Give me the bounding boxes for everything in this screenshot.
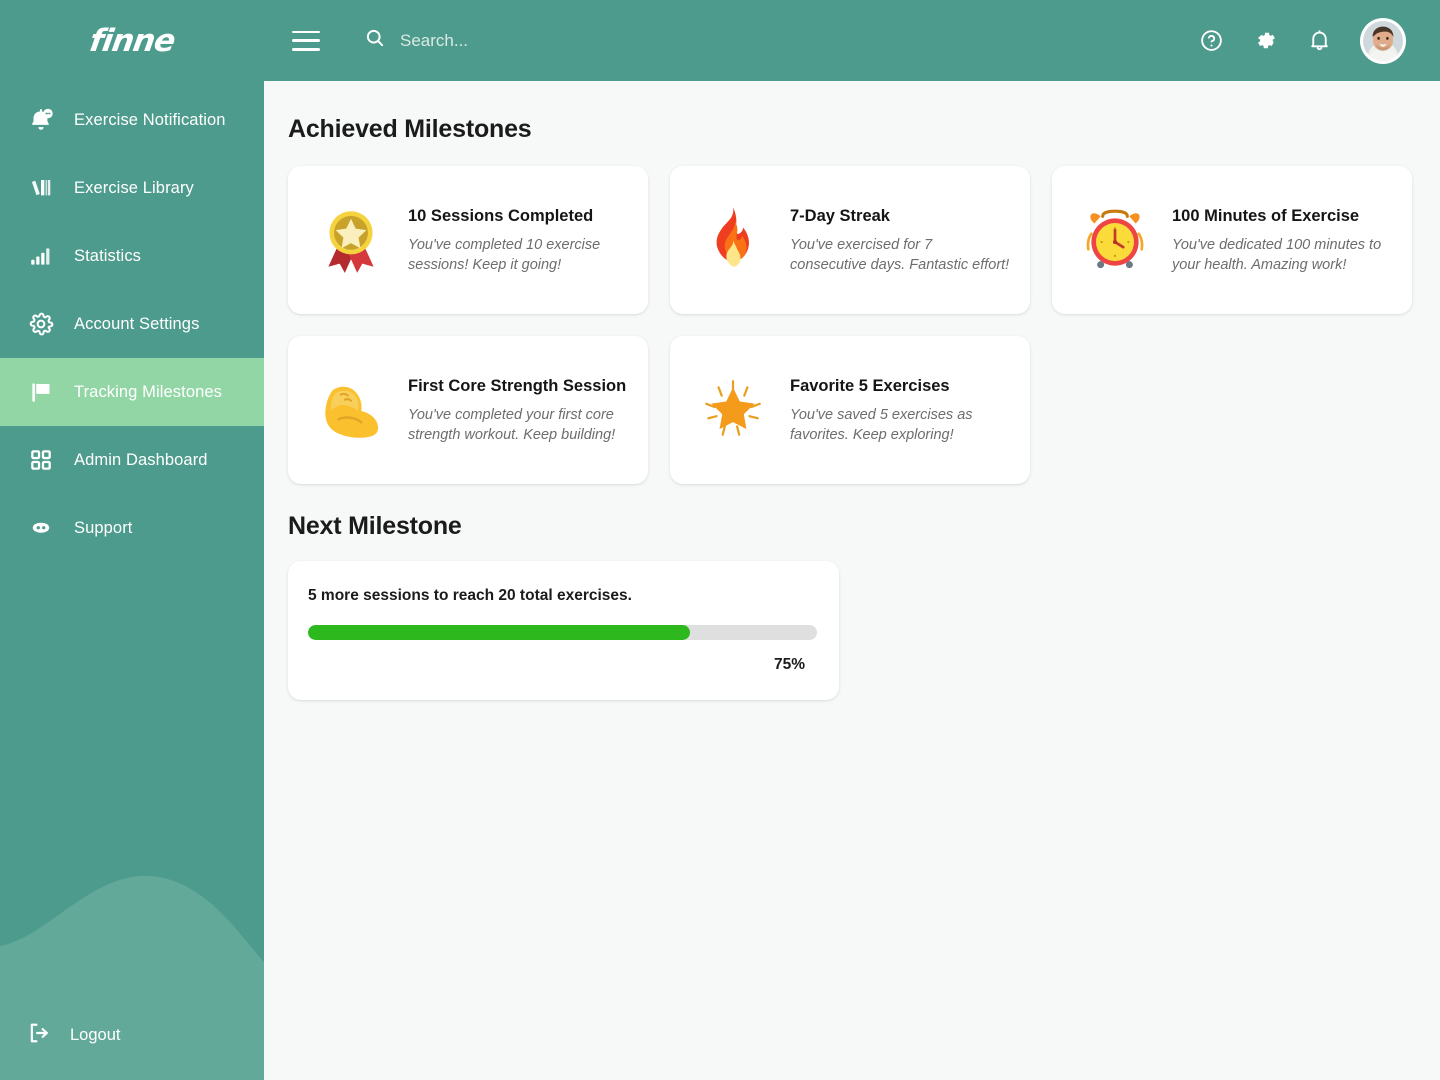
sidebar-item-admin-dashboard[interactable]: Admin Dashboard xyxy=(0,426,264,494)
grid-icon xyxy=(26,445,56,475)
milestone-title: 10 Sessions Completed xyxy=(408,207,594,226)
milestone-title: First Core Strength Session xyxy=(408,377,627,396)
topbar xyxy=(264,0,1440,81)
sidebar-item-account-settings[interactable]: Account Settings xyxy=(0,290,264,358)
sidebar-nav: Exercise Notification Exercise Library S… xyxy=(0,86,264,562)
milestone-card[interactable]: First Core Strength Session You've compl… xyxy=(288,336,648,484)
brand-logo[interactable]: finne xyxy=(0,0,264,82)
hamburger-bar xyxy=(292,47,320,51)
content-area: Achieved Milestones 10 Sessions Complete… xyxy=(264,81,1440,1080)
milestone-description: You've saved 5 exercises as favorites. K… xyxy=(790,406,973,444)
flexed-biceps-icon xyxy=(312,371,390,449)
sidebar-item-label: Account Settings xyxy=(74,314,200,333)
search-box[interactable] xyxy=(364,27,1198,54)
sidebar-item-label: Tracking Milestones xyxy=(74,382,223,401)
progress-percent-label: 75% xyxy=(773,656,805,673)
flag-icon xyxy=(26,377,56,407)
page-title: Achieved Milestones xyxy=(288,115,532,143)
milestone-card-body: 7-Day Streak You've exercised for 7 cons… xyxy=(790,204,1010,275)
fire-icon xyxy=(694,201,772,279)
milestone-card-body: First Core Strength Session You've compl… xyxy=(408,374,628,445)
avatar-image xyxy=(1363,20,1403,61)
milestone-card-body: 100 Minutes of Exercise You've dedicated… xyxy=(1172,204,1392,275)
glowing-star-icon xyxy=(694,371,772,449)
sidebar-item-label: Exercise Library xyxy=(74,178,194,197)
milestone-card[interactable]: 100 Minutes of Exercise You've dedicated… xyxy=(1052,166,1412,314)
help-circle-icon[interactable] xyxy=(1198,28,1224,54)
logout-label: Logout xyxy=(70,1025,121,1044)
avatar[interactable] xyxy=(1360,17,1406,64)
medal-icon xyxy=(312,201,390,279)
books-icon xyxy=(26,173,56,203)
milestone-title: 100 Minutes of Exercise xyxy=(1172,207,1360,226)
milestone-description: You've completed your first core strengt… xyxy=(408,406,616,444)
sidebar-item-label: Admin Dashboard xyxy=(74,450,208,469)
topbar-actions xyxy=(1198,17,1406,64)
support-chat-icon xyxy=(26,513,56,543)
milestone-description: You've completed 10 exercise sessions! K… xyxy=(408,236,601,274)
milestone-description: You've dedicated 100 minutes to your hea… xyxy=(1172,236,1382,274)
hamburger-bar xyxy=(292,30,320,34)
sidebar-item-statistics[interactable]: Statistics xyxy=(0,222,264,290)
sidebar-item-exercise-notification[interactable]: Exercise Notification xyxy=(0,86,264,154)
sidebar-item-label: Statistics xyxy=(74,246,142,265)
alarm-clock-icon xyxy=(1076,201,1154,279)
bell-notification-icon xyxy=(26,105,56,135)
milestone-title: Favorite 5 Exercises xyxy=(790,377,950,396)
sidebar-item-exercise-library[interactable]: Exercise Library xyxy=(0,154,264,222)
bell-icon[interactable] xyxy=(1306,28,1332,54)
app-root: finne Exercise Notification Exercise Lib… xyxy=(0,0,1440,1080)
milestone-card[interactable]: 7-Day Streak You've exercised for 7 cons… xyxy=(670,166,1030,314)
hamburger-bar xyxy=(292,39,320,42)
next-milestone-text: 5 more sessions to reach 20 total exerci… xyxy=(308,587,632,604)
bar-chart-icon xyxy=(26,241,56,271)
next-milestone-card: 5 more sessions to reach 20 total exerci… xyxy=(288,561,839,700)
milestone-card-body: 10 Sessions Completed You've completed 1… xyxy=(408,204,628,275)
milestone-card-body: Favorite 5 Exercises You've saved 5 exer… xyxy=(790,374,1010,445)
hamburger-icon[interactable] xyxy=(292,30,320,51)
milestone-cards-grid: 10 Sessions Completed You've completed 1… xyxy=(288,166,1416,484)
next-milestone-heading: Next Milestone xyxy=(288,512,462,540)
search-input[interactable] xyxy=(400,30,730,51)
gear-icon[interactable] xyxy=(1252,28,1278,54)
sidebar-item-tracking-milestones[interactable]: Tracking Milestones xyxy=(0,358,264,426)
sidebar: finne Exercise Notification Exercise Lib… xyxy=(0,0,264,1080)
milestone-description: You've exercised for 7 consecutive days.… xyxy=(790,236,1010,274)
progress-bar-fill xyxy=(308,625,690,640)
sidebar-item-label: Support xyxy=(74,518,133,537)
main-column: Achieved Milestones 10 Sessions Comp xyxy=(264,0,1440,1080)
progress-bar-track xyxy=(308,625,817,640)
sidebar-item-support[interactable]: Support xyxy=(0,494,264,562)
gear-icon xyxy=(26,309,56,339)
milestone-card[interactable]: 10 Sessions Completed You've completed 1… xyxy=(288,166,648,314)
milestone-card[interactable]: Favorite 5 Exercises You've saved 5 exer… xyxy=(670,336,1030,484)
sidebar-item-label: Exercise Notification xyxy=(74,110,226,129)
search-icon xyxy=(364,27,386,54)
logout-icon xyxy=(26,1020,52,1051)
milestone-title: 7-Day Streak xyxy=(790,207,890,226)
logout-button[interactable]: Logout xyxy=(0,1012,264,1058)
brand-logo-text: finne xyxy=(87,22,178,59)
